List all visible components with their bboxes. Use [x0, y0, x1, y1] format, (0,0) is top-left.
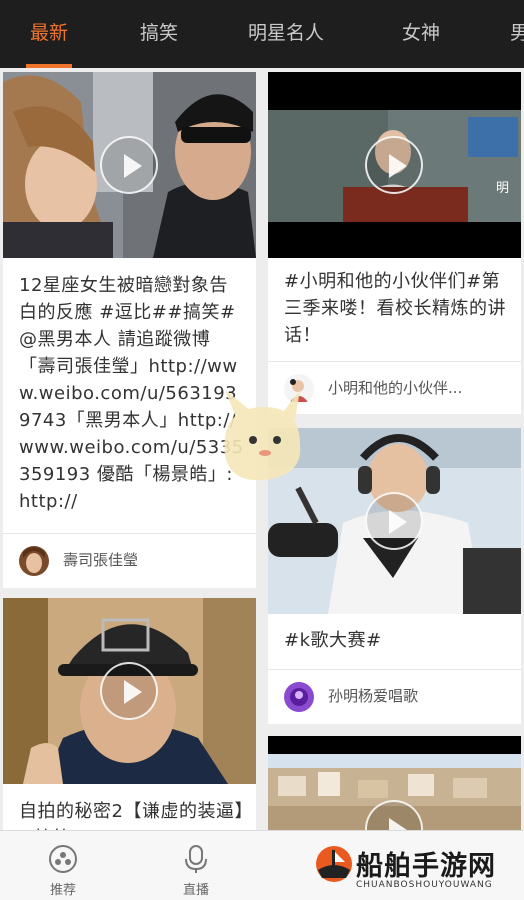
watermark-title: 船舶手游网 [356, 851, 496, 882]
tab-celebrities[interactable]: 明星名人 [248, 0, 324, 68]
mascot-sticker [205, 385, 315, 495]
recommend-icon [49, 845, 77, 873]
author-name[interactable]: 壽司張佳瑩 [63, 534, 138, 586]
nav-live[interactable]: 直播 [156, 831, 236, 900]
video-title[interactable]: #小明和他的小伙伴们#第三季来喽！看校长精炼的讲话！ [284, 268, 509, 352]
video-thumbnail[interactable] [3, 598, 256, 784]
author-name[interactable]: 小明和他的小伙伴... [328, 362, 462, 414]
play-icon[interactable] [100, 136, 158, 194]
tab-funny[interactable]: 搞笑 [140, 0, 178, 68]
svg-text:明: 明 [496, 181, 509, 196]
video-card[interactable]: 明 #小明和他的小伙伴们#第三季来喽！看校长精炼的讲话！ 小明和他的小伙伴... [268, 72, 521, 414]
avatar[interactable] [19, 546, 49, 576]
video-card[interactable]: 自拍的秘密2【谦虚的装逼】#搞笑# [3, 598, 256, 838]
video-card[interactable] [268, 736, 521, 836]
tab-latest[interactable]: 最新 [25, 0, 73, 68]
avatar-image [19, 546, 49, 576]
nav-recommend-label: 推荐 [49, 883, 76, 898]
watermark-subtitle: CHUANBOSHOUYOUWANG [356, 880, 493, 890]
video-title[interactable]: #k歌大赛# [284, 627, 509, 657]
video-card[interactable]: 12星座女生被暗戀對象告白的反應 #逗比##搞笑# @黑男本人 請追蹤微博「壽司… [3, 72, 256, 588]
nav-recommend[interactable]: 推荐 [23, 831, 103, 900]
tab-male[interactable]: 男 [510, 0, 524, 68]
video-thumbnail[interactable]: 明 [268, 72, 521, 258]
play-icon[interactable] [365, 492, 423, 550]
video-thumbnail[interactable] [268, 736, 521, 836]
watermark-logo-icon [316, 846, 352, 882]
author-row[interactable]: 孙明杨爱唱歌 [268, 670, 521, 722]
live-icon [185, 845, 207, 873]
play-icon[interactable] [100, 662, 158, 720]
tab-goddess[interactable]: 女神 [402, 0, 440, 68]
category-tab-bar: 最新 搞笑 明星名人 女神 男 [0, 0, 524, 68]
nav-live-label: 直播 [182, 883, 209, 898]
site-watermark: 船舶手游网 CHUANBOSHOUYOUWANG [310, 838, 524, 900]
author-name[interactable]: 孙明杨爱唱歌 [328, 670, 418, 722]
video-thumbnail[interactable] [3, 72, 256, 258]
avatar-image [284, 682, 314, 712]
play-icon[interactable] [365, 136, 423, 194]
app-screen: 最新 搞笑 明星名人 女神 男 12星座女生被暗戀對象告白的反應 #逗比##搞笑… [0, 0, 524, 900]
mascot-image [224, 390, 301, 481]
avatar[interactable] [284, 682, 314, 712]
author-row[interactable]: 壽司張佳瑩 [3, 534, 256, 586]
